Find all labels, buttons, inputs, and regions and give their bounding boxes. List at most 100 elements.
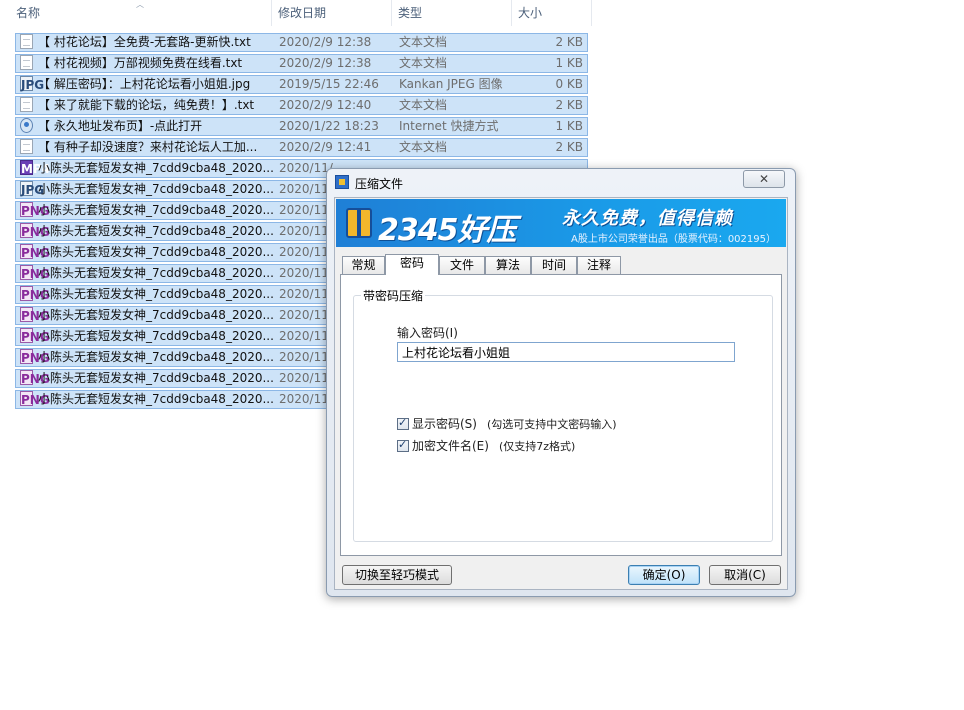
- file-name: 【 解压密码】：上村花论坛看小姐姐.jpg: [38, 77, 251, 91]
- png-file-icon: PNG: [20, 286, 50, 302]
- file-type: 文本文档: [399, 56, 448, 70]
- banner-slogan: 永久免费，值得信赖: [562, 208, 733, 229]
- png-file-icon: PNG: [20, 307, 50, 323]
- file-name: 小陈头无套短发女神_7cdd9cba48_2020...: [38, 203, 274, 217]
- app-icon: [335, 175, 349, 189]
- tab-password[interactable]: 密码: [385, 254, 439, 275]
- png-file-icon: PNG: [20, 265, 50, 281]
- file-date: 2020/11/: [279, 245, 333, 259]
- show-password-label[interactable]: 显示密码(S): [412, 417, 477, 431]
- file-name: 小陈头无套短发女神_7cdd9cba48_2020...: [38, 392, 274, 406]
- png-file-icon: PNG: [20, 328, 50, 344]
- file-name: 【 有种子却没速度？来村花论坛人工加...: [38, 140, 258, 154]
- file-type: 文本文档: [399, 35, 448, 49]
- tab-comment[interactable]: 注释: [577, 256, 621, 274]
- group-title: 带密码压缩: [361, 287, 426, 304]
- tab-time[interactable]: 时间: [531, 256, 577, 274]
- file-date: 2020/2/9 12:41: [279, 140, 372, 154]
- file-name: 小陈头无套短发女神_7cdd9cba48_2020...: [38, 329, 274, 343]
- tab-algorithm[interactable]: 算法: [485, 256, 531, 274]
- file-date: 2020/11/: [279, 182, 333, 196]
- file-date: 2020/2/9 12:38: [279, 35, 372, 49]
- cancel-button[interactable]: 取消(C): [709, 565, 781, 585]
- column-type[interactable]: 类型: [392, 0, 512, 26]
- file-name: 小陈头无套短发女神_7cdd9cba48_2020...: [38, 224, 274, 238]
- url-file-icon: [20, 118, 33, 133]
- txt-file-icon: [20, 34, 33, 49]
- show-password-note: (勾选可支持中文密码输入): [486, 418, 617, 431]
- file-name: 小陈头无套短发女神_7cdd9cba48_2020...: [38, 182, 274, 196]
- txt-file-icon: [20, 97, 33, 112]
- file-row[interactable]: 【 来了就能下载的论坛，纯免费！】.txt 2020/2/9 12:40 文本文档 2…: [15, 96, 588, 115]
- png-file-icon: PNG: [20, 223, 50, 239]
- file-size: 0 KB: [555, 77, 583, 91]
- file-name: 【 永久地址发布页】-点此打开: [38, 119, 203, 133]
- png-file-icon: PNG: [20, 244, 50, 260]
- ok-button[interactable]: 确定(O): [628, 565, 700, 585]
- file-row[interactable]: 【 村花论坛】全免费-无套路-更新快.txt 2020/2/9 12:38 文本文档…: [15, 33, 588, 52]
- switch-mode-button[interactable]: 切换至轻巧模式: [342, 565, 452, 585]
- banner: 2345好压 永久免费，值得信赖 A股上市公司荣誉出品（股票代码：002195）: [336, 199, 786, 247]
- file-size: 2 KB: [555, 140, 583, 154]
- file-name: 【 村花视频】万部视频免费在线看.txt: [38, 56, 243, 70]
- banner-brand: 2345好压: [378, 213, 516, 247]
- file-name: 【 来了就能下载的论坛，纯免费！】.txt: [38, 98, 255, 112]
- txt-file-icon: [20, 139, 33, 154]
- file-type: 文本文档: [399, 98, 448, 112]
- jpg-file-icon: JPG: [20, 181, 45, 197]
- file-date: 2020/11/: [279, 161, 333, 175]
- file-size: 1 KB: [555, 119, 583, 133]
- password-input[interactable]: [397, 342, 735, 362]
- file-type: Kankan JPEG 图像: [399, 77, 503, 91]
- encrypt-names-row: 加密文件名(E) (仅支持7z格式): [397, 437, 575, 454]
- dialog-body: 2345好压 永久免费，值得信赖 A股上市公司荣誉出品（股票代码：002195）…: [334, 197, 788, 590]
- column-size[interactable]: 大小: [512, 0, 592, 26]
- mp4-file-icon: MP4: [20, 160, 51, 176]
- file-date: 2019/5/15 22:46: [279, 77, 379, 91]
- encrypt-names-label[interactable]: 加密文件名(E): [412, 439, 489, 453]
- file-date: 2020/11/: [279, 266, 333, 280]
- txt-file-icon: [20, 55, 33, 70]
- file-date: 2020/11/: [279, 371, 333, 385]
- file-row[interactable]: 【 村花视频】万部视频免费在线看.txt 2020/2/9 12:38 文本文档 1 …: [15, 54, 588, 73]
- tab-general[interactable]: 常规: [342, 256, 385, 274]
- file-date: 2020/11/: [279, 203, 333, 217]
- png-file-icon: PNG: [20, 391, 50, 407]
- file-size: 2 KB: [555, 35, 583, 49]
- column-header: 名称 ︿ 修改日期 类型 大小: [0, 0, 592, 26]
- file-size: 2 KB: [555, 98, 583, 112]
- file-name: 小陈头无套短发女神_7cdd9cba48_2020...: [38, 245, 274, 259]
- file-name: 小陈头无套短发女神_7cdd9cba48_2020...: [38, 266, 274, 280]
- column-date[interactable]: 修改日期: [272, 0, 392, 26]
- password-label: 输入密码(I): [397, 326, 458, 340]
- file-row[interactable]: 【 永久地址发布页】-点此打开 2020/1/22 18:23 Internet 快…: [15, 117, 588, 136]
- file-row[interactable]: 【 有种子却没速度？来村花论坛人工加... 2020/2/9 12:41 文本文档 2…: [15, 138, 588, 157]
- compress-dialog: 压缩文件 ✕ 2345好压 永久免费，值得信赖 A股上市公司荣誉出品（股票代码：…: [326, 168, 796, 597]
- show-password-checkbox[interactable]: [397, 416, 409, 430]
- tab-files[interactable]: 文件: [439, 256, 485, 274]
- file-name: 小陈头无套短发女神_7cdd9cba48_2020...: [38, 371, 274, 385]
- file-name: 小陈头无套短发女神_7cdd9cba48_2020...: [38, 161, 274, 175]
- file-date: 2020/11/: [279, 308, 333, 322]
- png-file-icon: PNG: [20, 349, 50, 365]
- file-name: 小陈头无套短发女神_7cdd9cba48_2020...: [38, 350, 274, 364]
- jpg-file-icon: JPG: [20, 76, 45, 92]
- file-date: 2020/11/: [279, 224, 333, 238]
- file-date: 2020/11/: [279, 392, 333, 406]
- haozip-logo-icon: [346, 208, 372, 238]
- file-date: 2020/11/: [279, 287, 333, 301]
- close-button[interactable]: ✕: [743, 170, 785, 188]
- encrypt-names-checkbox[interactable]: [397, 438, 409, 452]
- file-name: 【 村花论坛】全免费-无套路-更新快.txt: [38, 35, 251, 49]
- file-date: 2020/2/9 12:38: [279, 56, 372, 70]
- file-name: 小陈头无套短发女神_7cdd9cba48_2020...: [38, 287, 274, 301]
- file-date: 2020/11/: [279, 350, 333, 364]
- file-date: 2020/1/22 18:23: [279, 119, 379, 133]
- file-row[interactable]: JPG 【 解压密码】：上村花论坛看小姐姐.jpg 2019/5/15 22:46 K…: [15, 75, 588, 94]
- png-file-icon: PNG: [20, 202, 50, 218]
- file-type: Internet 快捷方式: [399, 119, 499, 133]
- dialog-title: 压缩文件: [355, 177, 404, 191]
- png-file-icon: PNG: [20, 370, 50, 386]
- show-password-row: 显示密码(S) (勾选可支持中文密码输入): [397, 415, 617, 432]
- file-name: 小陈头无套短发女神_7cdd9cba48_2020...: [38, 308, 274, 322]
